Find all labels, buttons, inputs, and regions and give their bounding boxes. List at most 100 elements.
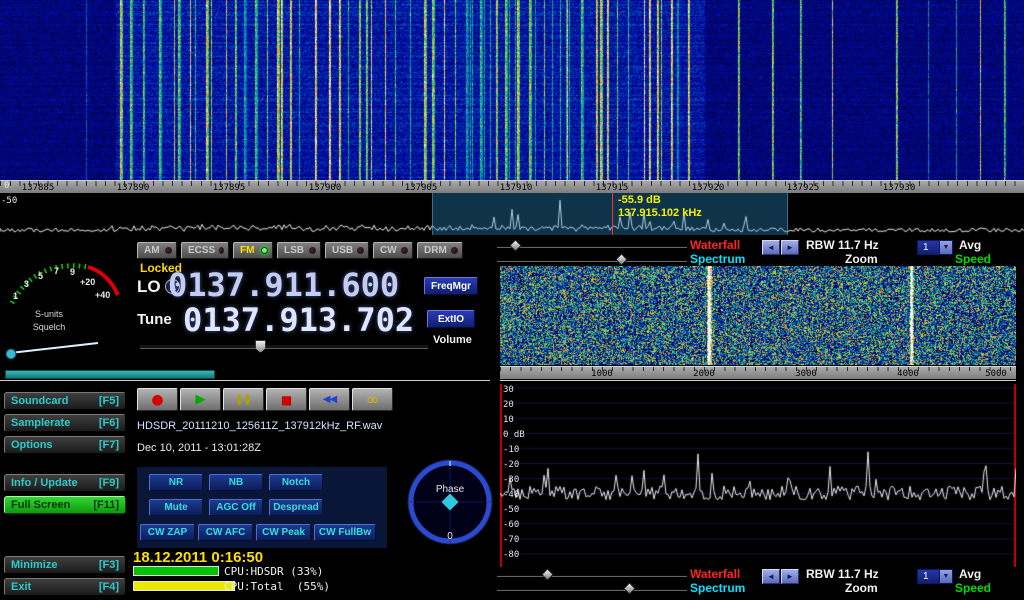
wav-filename: HDSDR_20111210_125611Z_137912kHz_RF.wav: [137, 420, 382, 432]
mode-button-usb[interactable]: USB: [325, 242, 369, 259]
cw-afc-button[interactable]: CW AFC: [198, 524, 253, 541]
waterfall-brightness-slider[interactable]: [497, 240, 687, 253]
audio-db-label: 20: [503, 400, 514, 410]
audio-zoom-out-button[interactable]: ◄: [762, 569, 780, 584]
spectrum-db-top-label: 0: [4, 181, 9, 191]
cursor-freq-value: 137.915.102 kHz: [618, 207, 702, 220]
extio-button[interactable]: ExtIO: [427, 310, 475, 328]
cursor-readout: -55.9 dB 137.915.102 kHz: [618, 194, 702, 220]
phase-label: Phase: [406, 484, 494, 495]
slider-thumb[interactable]: [541, 568, 554, 581]
soundcard-button[interactable]: Soundcard [F5]: [4, 392, 126, 410]
rbw-label: RBW 11.7 Hz: [806, 238, 879, 252]
dropdown-arrow-icon[interactable]: ▼: [939, 241, 952, 254]
zoom-out-button[interactable]: ◄: [762, 240, 780, 255]
left-arrow-icon: ◄: [767, 572, 775, 581]
lo-frequency-display[interactable]: 0137.911.600: [168, 266, 399, 304]
agc-button[interactable]: AGC Off: [209, 499, 263, 516]
cpu-hdsdr-label: CPU:HDSDR (33%): [224, 565, 323, 578]
samplerate-button[interactable]: Samplerate [F6]: [4, 414, 126, 432]
slider-thumb[interactable]: [615, 253, 628, 266]
audio-waterfall-tab[interactable]: Waterfall: [690, 567, 740, 581]
audio-spectrum-panel[interactable]: 30 20 10 0 dB -10 -20 -30 -40 -50 -60 -7…: [500, 380, 1016, 567]
audio-db-label: -70: [503, 535, 519, 545]
audio-zoom-in-button[interactable]: ►: [781, 569, 799, 584]
tune-cursor-line: [612, 193, 613, 235]
cw-peak-button[interactable]: CW Peak: [256, 524, 311, 541]
nr-button[interactable]: NR: [149, 474, 203, 491]
button-label: Soundcard: [11, 395, 68, 407]
cw-zap-button[interactable]: CW ZAP: [140, 524, 195, 541]
mute-button[interactable]: Mute: [149, 499, 203, 516]
zoom-tick-label: 4000: [890, 369, 926, 379]
slider-thumb[interactable]: [509, 239, 522, 252]
zoom-waterfall-display[interactable]: [500, 266, 1016, 365]
slider-track: [497, 259, 687, 262]
mode-label: AM: [144, 245, 160, 256]
audio-db-label: -60: [503, 520, 519, 530]
notch-button[interactable]: Notch: [269, 474, 323, 491]
zoom-frequency-scale[interactable]: 1000 2000 3000 4000 5000: [500, 366, 1016, 379]
mode-button-lsb[interactable]: LSB: [277, 242, 321, 259]
mode-button-drm[interactable]: DRM: [417, 242, 463, 259]
audio-db-label: 30: [503, 385, 514, 395]
dropdown-arrow-icon[interactable]: ▼: [939, 570, 952, 583]
button-fkey: [F3]: [99, 559, 119, 571]
spectrum-tab[interactable]: Spectrum: [690, 252, 745, 266]
info-update-button[interactable]: Info / Update [F9]: [4, 474, 126, 492]
dsp-panel: NR NB Notch Mute AGC Off Despread CW ZAP…: [137, 467, 387, 548]
mode-label: CW: [380, 245, 397, 256]
nb-button[interactable]: NB: [209, 474, 263, 491]
options-button[interactable]: Options [F7]: [4, 436, 126, 454]
audio-spectrum-gain-slider[interactable]: [497, 583, 687, 596]
audio-speed-select[interactable]: 1 ▼: [917, 569, 953, 584]
mode-button-cw[interactable]: CW: [373, 242, 413, 259]
speed-select[interactable]: 1 ▼: [917, 240, 953, 255]
freq-tick-label: 137900: [303, 183, 347, 193]
button-fkey: [F6]: [99, 417, 119, 429]
cw-fullbw-button[interactable]: CW FullBw: [314, 524, 376, 541]
spectrum-db-mid-label: -50: [1, 196, 17, 206]
audio-rbw-label: RBW 11.7 Hz: [806, 567, 879, 581]
mode-led-icon: [219, 247, 224, 254]
mode-button-am[interactable]: AM: [137, 242, 177, 259]
rf-waterfall-display[interactable]: [0, 0, 1024, 180]
audio-avg-label: Avg: [959, 567, 981, 581]
mode-button-fm[interactable]: FM: [233, 242, 273, 259]
frequency-scale[interactable]: 137885 137890 137895 137900 137905 13791…: [0, 180, 1024, 193]
freqmgr-button[interactable]: FreqMgr: [424, 277, 478, 295]
audio-waterfall-brightness-slider[interactable]: [497, 569, 687, 582]
despread-button[interactable]: Despread: [269, 499, 323, 516]
volume-label: Volume: [433, 334, 472, 346]
waterfall-tab[interactable]: Waterfall: [690, 238, 740, 252]
play-button[interactable]: ▶: [180, 388, 221, 411]
record-button[interactable]: ●: [137, 388, 178, 411]
volume-slider-thumb[interactable]: [255, 340, 266, 353]
mode-label: USB: [332, 245, 353, 256]
exit-button[interactable]: Exit [F4]: [4, 578, 126, 596]
audio-spectrum-trace[interactable]: [500, 381, 1016, 567]
zoom-in-button[interactable]: ►: [781, 240, 799, 255]
fullscreen-button[interactable]: Full Screen [F11]: [4, 496, 126, 514]
loop-button[interactable]: ∞: [352, 388, 393, 411]
freq-tick-label: 137885: [16, 183, 60, 193]
zoom-passband-overlay[interactable]: [432, 193, 788, 235]
main-spectrum-display[interactable]: -55.9 dB 137.915.102 kHz: [0, 193, 1024, 235]
zoom-tick-label: 5000: [978, 369, 1014, 379]
tune-frequency-display[interactable]: 0137.913.702: [183, 301, 414, 339]
freq-tick-label: 137910: [494, 183, 538, 193]
minimize-button[interactable]: Minimize [F3]: [4, 556, 126, 574]
squelch-label[interactable]: Squelch: [14, 322, 84, 332]
s-meter-number: 9: [70, 267, 75, 277]
stop-button[interactable]: ■: [266, 388, 307, 411]
s-meter-knob-icon[interactable]: [6, 349, 16, 359]
pause-button[interactable]: ❚❚: [223, 388, 264, 411]
mode-led-icon: [357, 247, 364, 254]
squelch-level-bar[interactable]: [5, 370, 215, 379]
s-meter: 1 3 5 7 9 +20 +40 S-units Squelch: [0, 237, 130, 371]
slider-thumb[interactable]: [623, 582, 636, 595]
mode-button-ecss[interactable]: ECSS: [181, 242, 229, 259]
volume-slider[interactable]: [140, 344, 428, 349]
rewind-button[interactable]: ◀◀: [309, 388, 350, 411]
audio-spectrum-tab[interactable]: Spectrum: [690, 581, 745, 595]
